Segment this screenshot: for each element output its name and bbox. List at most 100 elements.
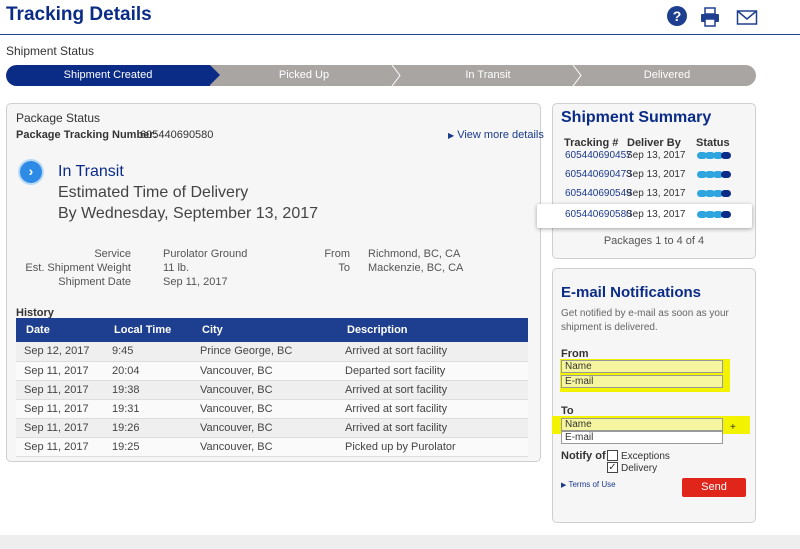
status-progress-dots — [697, 211, 735, 218]
delivery-checkbox[interactable]: ✓ — [607, 462, 618, 473]
history-row: Sep 11, 2017 19:26 Vancouver, BC Arrived at… — [16, 418, 528, 438]
history-cell-local-time: 19:26 — [104, 418, 192, 438]
terms-of-use-link[interactable]: ▶ Terms of Use — [561, 480, 616, 489]
notify-of-label: Notify of — [561, 450, 606, 462]
exceptions-label: Exceptions — [621, 451, 670, 462]
summary-deliver-by: Sep 13, 2017 — [626, 209, 686, 220]
history-cell-city: Vancouver, BC — [192, 437, 337, 457]
step-picked-up: Picked Up — [278, 69, 330, 81]
to-label: To — [338, 262, 350, 274]
step-in-transit: In Transit — [465, 69, 511, 81]
history-row: Sep 11, 2017 19:31 Vancouver, BC Arrived at… — [16, 399, 528, 419]
history-cell-description: Arrived at sort facility — [337, 380, 528, 400]
view-more-details-link[interactable]: ▶ View more details — [448, 129, 544, 141]
summary-deliver-by: Sep 13, 2017 — [626, 188, 686, 199]
status-progress-dots — [697, 171, 735, 178]
summary-tracking-link[interactable]: 605440690457 — [565, 150, 632, 161]
package-status-title: Package Status — [16, 111, 101, 125]
summary-tracking-link[interactable]: 605440690549 — [565, 188, 632, 199]
exceptions-checkbox[interactable] — [607, 450, 618, 461]
history-cell-local-time: 19:31 — [104, 399, 192, 419]
summary-tracking-link[interactable]: 605440690580 — [565, 209, 632, 220]
to-email-input[interactable]: E-mail — [561, 431, 723, 444]
to-name-input[interactable]: Name — [561, 418, 723, 431]
status-progress-dots — [697, 190, 735, 197]
shipment-date-value: Sep 11, 2017 — [163, 276, 228, 288]
shipment-date-label: Shipment Date — [58, 276, 131, 288]
send-button[interactable]: Send — [682, 478, 746, 497]
add-recipient-button[interactable]: + — [730, 422, 736, 433]
service-value: Purolator Ground — [163, 248, 248, 260]
to-value: Mackenzie, BC, CA — [368, 262, 464, 274]
history-cell-local-time: 19:38 — [104, 380, 192, 400]
weight-value: 11 lb. — [163, 262, 190, 274]
history-cell-local-time: 9:45 — [104, 342, 192, 362]
status-progress-dots — [697, 152, 735, 159]
history-row: Sep 12, 2017 9:45 Prince George, BC Arrived… — [16, 342, 528, 362]
from-email-input[interactable]: E-mail — [561, 375, 723, 388]
eta-label: Estimated Time of Delivery — [58, 184, 249, 201]
column-header-date: Date — [16, 318, 104, 342]
weight-label: Est. Shipment Weight — [25, 262, 131, 274]
step-separator — [572, 65, 582, 86]
summary-deliver-by: Sep 13, 2017 — [626, 150, 686, 161]
email-notifications-description: Get notified by e-mail as soon as your s… — [561, 308, 729, 333]
history-cell-local-time: 20:04 — [104, 361, 192, 381]
history-row: Sep 11, 2017 19:25 Vancouver, BC Picked up … — [16, 437, 528, 457]
current-status: In Transit — [58, 163, 124, 180]
view-more-label: View more details — [457, 129, 544, 141]
history-cell-city: Prince George, BC — [192, 342, 337, 362]
history-table: Date Local Time City Description Sep 12,… — [16, 318, 528, 457]
history-cell-date: Sep 11, 2017 — [16, 418, 104, 438]
history-cell-date: Sep 11, 2017 — [16, 399, 104, 419]
summary-deliver-by: Sep 13, 2017 — [626, 169, 686, 180]
history-cell-date: Sep 11, 2017 — [16, 380, 104, 400]
page-title: Tracking Details — [6, 4, 152, 25]
summary-header-status: Status — [696, 137, 730, 149]
triangle-right-icon: ▶ — [561, 482, 567, 489]
service-label: Service — [94, 248, 131, 260]
history-cell-description: Departed sort facility — [337, 361, 528, 381]
triangle-right-icon: ▶ — [448, 131, 455, 140]
step-shipment-created: Shipment Created — [6, 65, 220, 86]
history-cell-date: Sep 12, 2017 — [16, 342, 104, 362]
arrow-right-circle-icon: › — [20, 161, 42, 183]
from-label: From — [324, 248, 350, 260]
packages-count: Packages 1 to 4 of 4 — [603, 235, 705, 247]
history-cell-city: Vancouver, BC — [192, 399, 337, 419]
history-cell-description: Arrived at sort facility — [337, 399, 528, 419]
print-icon[interactable] — [699, 6, 721, 28]
history-row: Sep 11, 2017 19:38 Vancouver, BC Arrived at… — [16, 380, 528, 400]
history-cell-description: Picked up by Purolator — [337, 437, 528, 457]
status-dot — [721, 152, 731, 159]
header-divider — [0, 34, 800, 35]
column-header-description: Description — [337, 318, 528, 342]
eta-date: By Wednesday, September 13, 2017 — [58, 205, 319, 222]
history-cell-date: Sep 11, 2017 — [16, 361, 104, 381]
history-cell-city: Vancouver, BC — [192, 418, 337, 438]
delivery-label: Delivery — [621, 463, 658, 474]
step-separator — [391, 65, 401, 86]
history-cell-city: Vancouver, BC — [192, 380, 337, 400]
shipment-status-label: Shipment Status — [6, 44, 95, 58]
column-header-city: City — [192, 318, 337, 342]
history-cell-local-time: 19:25 — [104, 437, 192, 457]
column-header-local-time: Local Time — [104, 318, 192, 342]
tracking-number: 605440690580 — [140, 129, 214, 141]
mail-icon[interactable] — [736, 6, 758, 28]
summary-header-deliver-by: Deliver By — [627, 137, 681, 149]
history-cell-description: Arrived at sort facility — [337, 418, 528, 438]
history-cell-city: Vancouver, BC — [192, 361, 337, 381]
footer-bar — [0, 535, 800, 549]
summary-header-tracking: Tracking # — [564, 137, 619, 149]
from-name-input[interactable]: Name — [561, 360, 723, 373]
from-value: Richmond, BC, CA — [368, 248, 461, 260]
email-notifications-title: E-mail Notifications — [561, 284, 702, 301]
shipment-summary-title: Shipment Summary — [561, 109, 712, 126]
history-cell-description: Arrived at sort facility — [337, 342, 528, 362]
help-icon[interactable]: ? — [667, 6, 687, 26]
status-dot — [721, 190, 731, 197]
terms-label: Terms of Use — [568, 480, 616, 489]
shipment-progress-bar: Shipment Created Picked Up In Transit De… — [6, 65, 756, 86]
summary-tracking-link[interactable]: 605440690473 — [565, 169, 632, 180]
